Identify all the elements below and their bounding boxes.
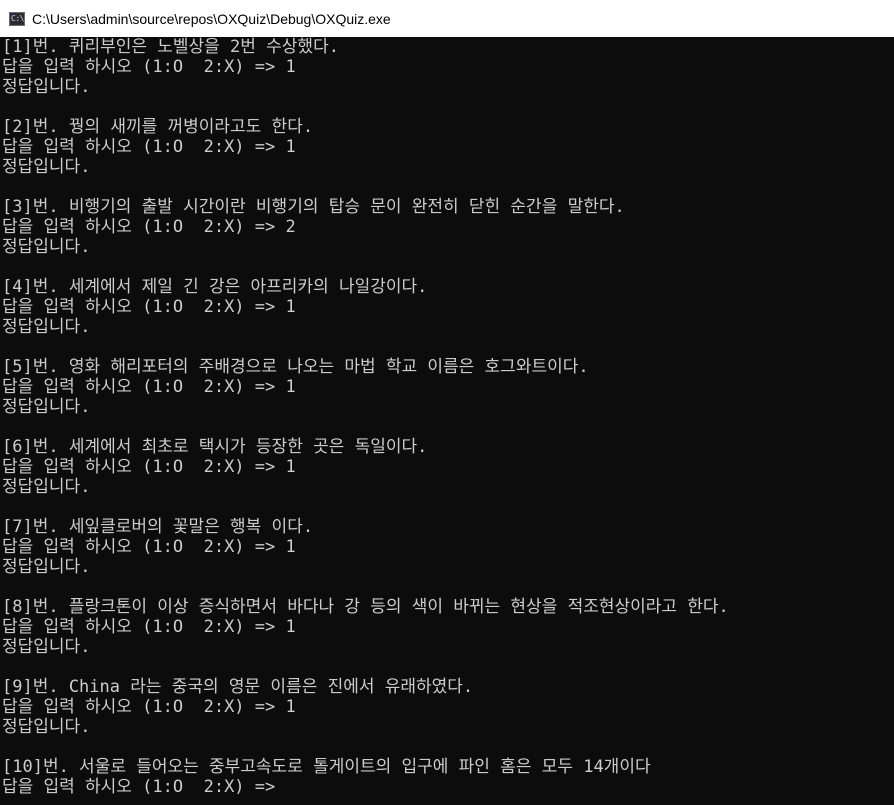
console-line: 답을 입력 하시오 (1:O 2:X) => 1	[2, 137, 296, 157]
console-line: 정답입니다.	[2, 77, 91, 97]
console-line: 답을 입력 하시오 (1:O 2:X) => 1	[2, 537, 296, 557]
console-line: 정답입니다.	[2, 317, 91, 337]
console-line: 정답입니다.	[2, 717, 91, 737]
console-line: 답을 입력 하시오 (1:O 2:X) => 2	[2, 217, 296, 237]
console-line: [5]번. 영화 해리포터의 주배경으로 나오는 마법 학교 이름은 호그와트이…	[2, 357, 589, 377]
console-line: [3]번. 비행기의 출발 시간이란 비행기의 탑승 문이 완전히 닫힌 순간을…	[2, 197, 625, 217]
console-line: [8]번. 플랑크톤이 이상 증식하면서 바다나 강 등의 색이 바뀌는 현상을…	[2, 597, 729, 617]
console-app-icon[interactable]: C:\	[9, 11, 25, 26]
console-window: C:\ C:\Users\admin\source\repos\OXQuiz\D…	[0, 0, 894, 805]
console-line: 답을 입력 하시오 (1:O 2:X) => 1	[2, 697, 296, 717]
console-line: 정답입니다.	[2, 557, 91, 577]
console-line: [10]번. 서울로 들어오는 중부고속도로 톨게이트의 입구에 파인 홈은 모…	[2, 757, 651, 777]
console-line: 정답입니다.	[2, 397, 91, 417]
console-line: [6]번. 세계에서 최초로 택시가 등장한 곳은 독일이다.	[2, 437, 428, 457]
console-line: [4]번. 세계에서 제일 긴 강은 아프리카의 나일강이다.	[2, 277, 428, 297]
console-app-icon-glyph: C:\	[11, 13, 24, 23]
console-line: 정답입니다.	[2, 637, 91, 657]
console-output[interactable]: [1]번. 퀴리부인은 노벨상을 2번 수상했다. 답을 입력 하시오 (1:O …	[2, 37, 894, 805]
console-line: 답을 입력 하시오 (1:O 2:X) => 1	[2, 617, 296, 637]
title-bar[interactable]: C:\ C:\Users\admin\source\repos\OXQuiz\D…	[0, 0, 894, 37]
console-line: 정답입니다.	[2, 157, 91, 177]
console-line: [1]번. 퀴리부인은 노벨상을 2번 수상했다.	[2, 37, 339, 57]
console-line: 정답입니다.	[2, 477, 91, 497]
console-line: 답을 입력 하시오 (1:O 2:X) => 1	[2, 457, 296, 477]
console-line: [7]번. 세잎클로버의 꽃말은 행복 이다.	[2, 517, 314, 537]
window-title: C:\Users\admin\source\repos\OXQuiz\Debug…	[32, 10, 391, 27]
console-line: [9]번. China 라는 중국의 영문 이름은 진에서 유래하였다.	[2, 677, 474, 697]
console-line: 답을 입력 하시오 (1:O 2:X) => 1	[2, 377, 296, 397]
console-line: 답을 입력 하시오 (1:O 2:X) => 1	[2, 57, 296, 77]
console-line: 정답입니다.	[2, 237, 91, 257]
console-line: 답을 입력 하시오 (1:O 2:X) => 1	[2, 297, 296, 317]
console-line: [2]번. 꿩의 새끼를 꺼병이라고도 한다.	[2, 117, 314, 137]
console-line: 답을 입력 하시오 (1:O 2:X) =>	[2, 777, 276, 797]
